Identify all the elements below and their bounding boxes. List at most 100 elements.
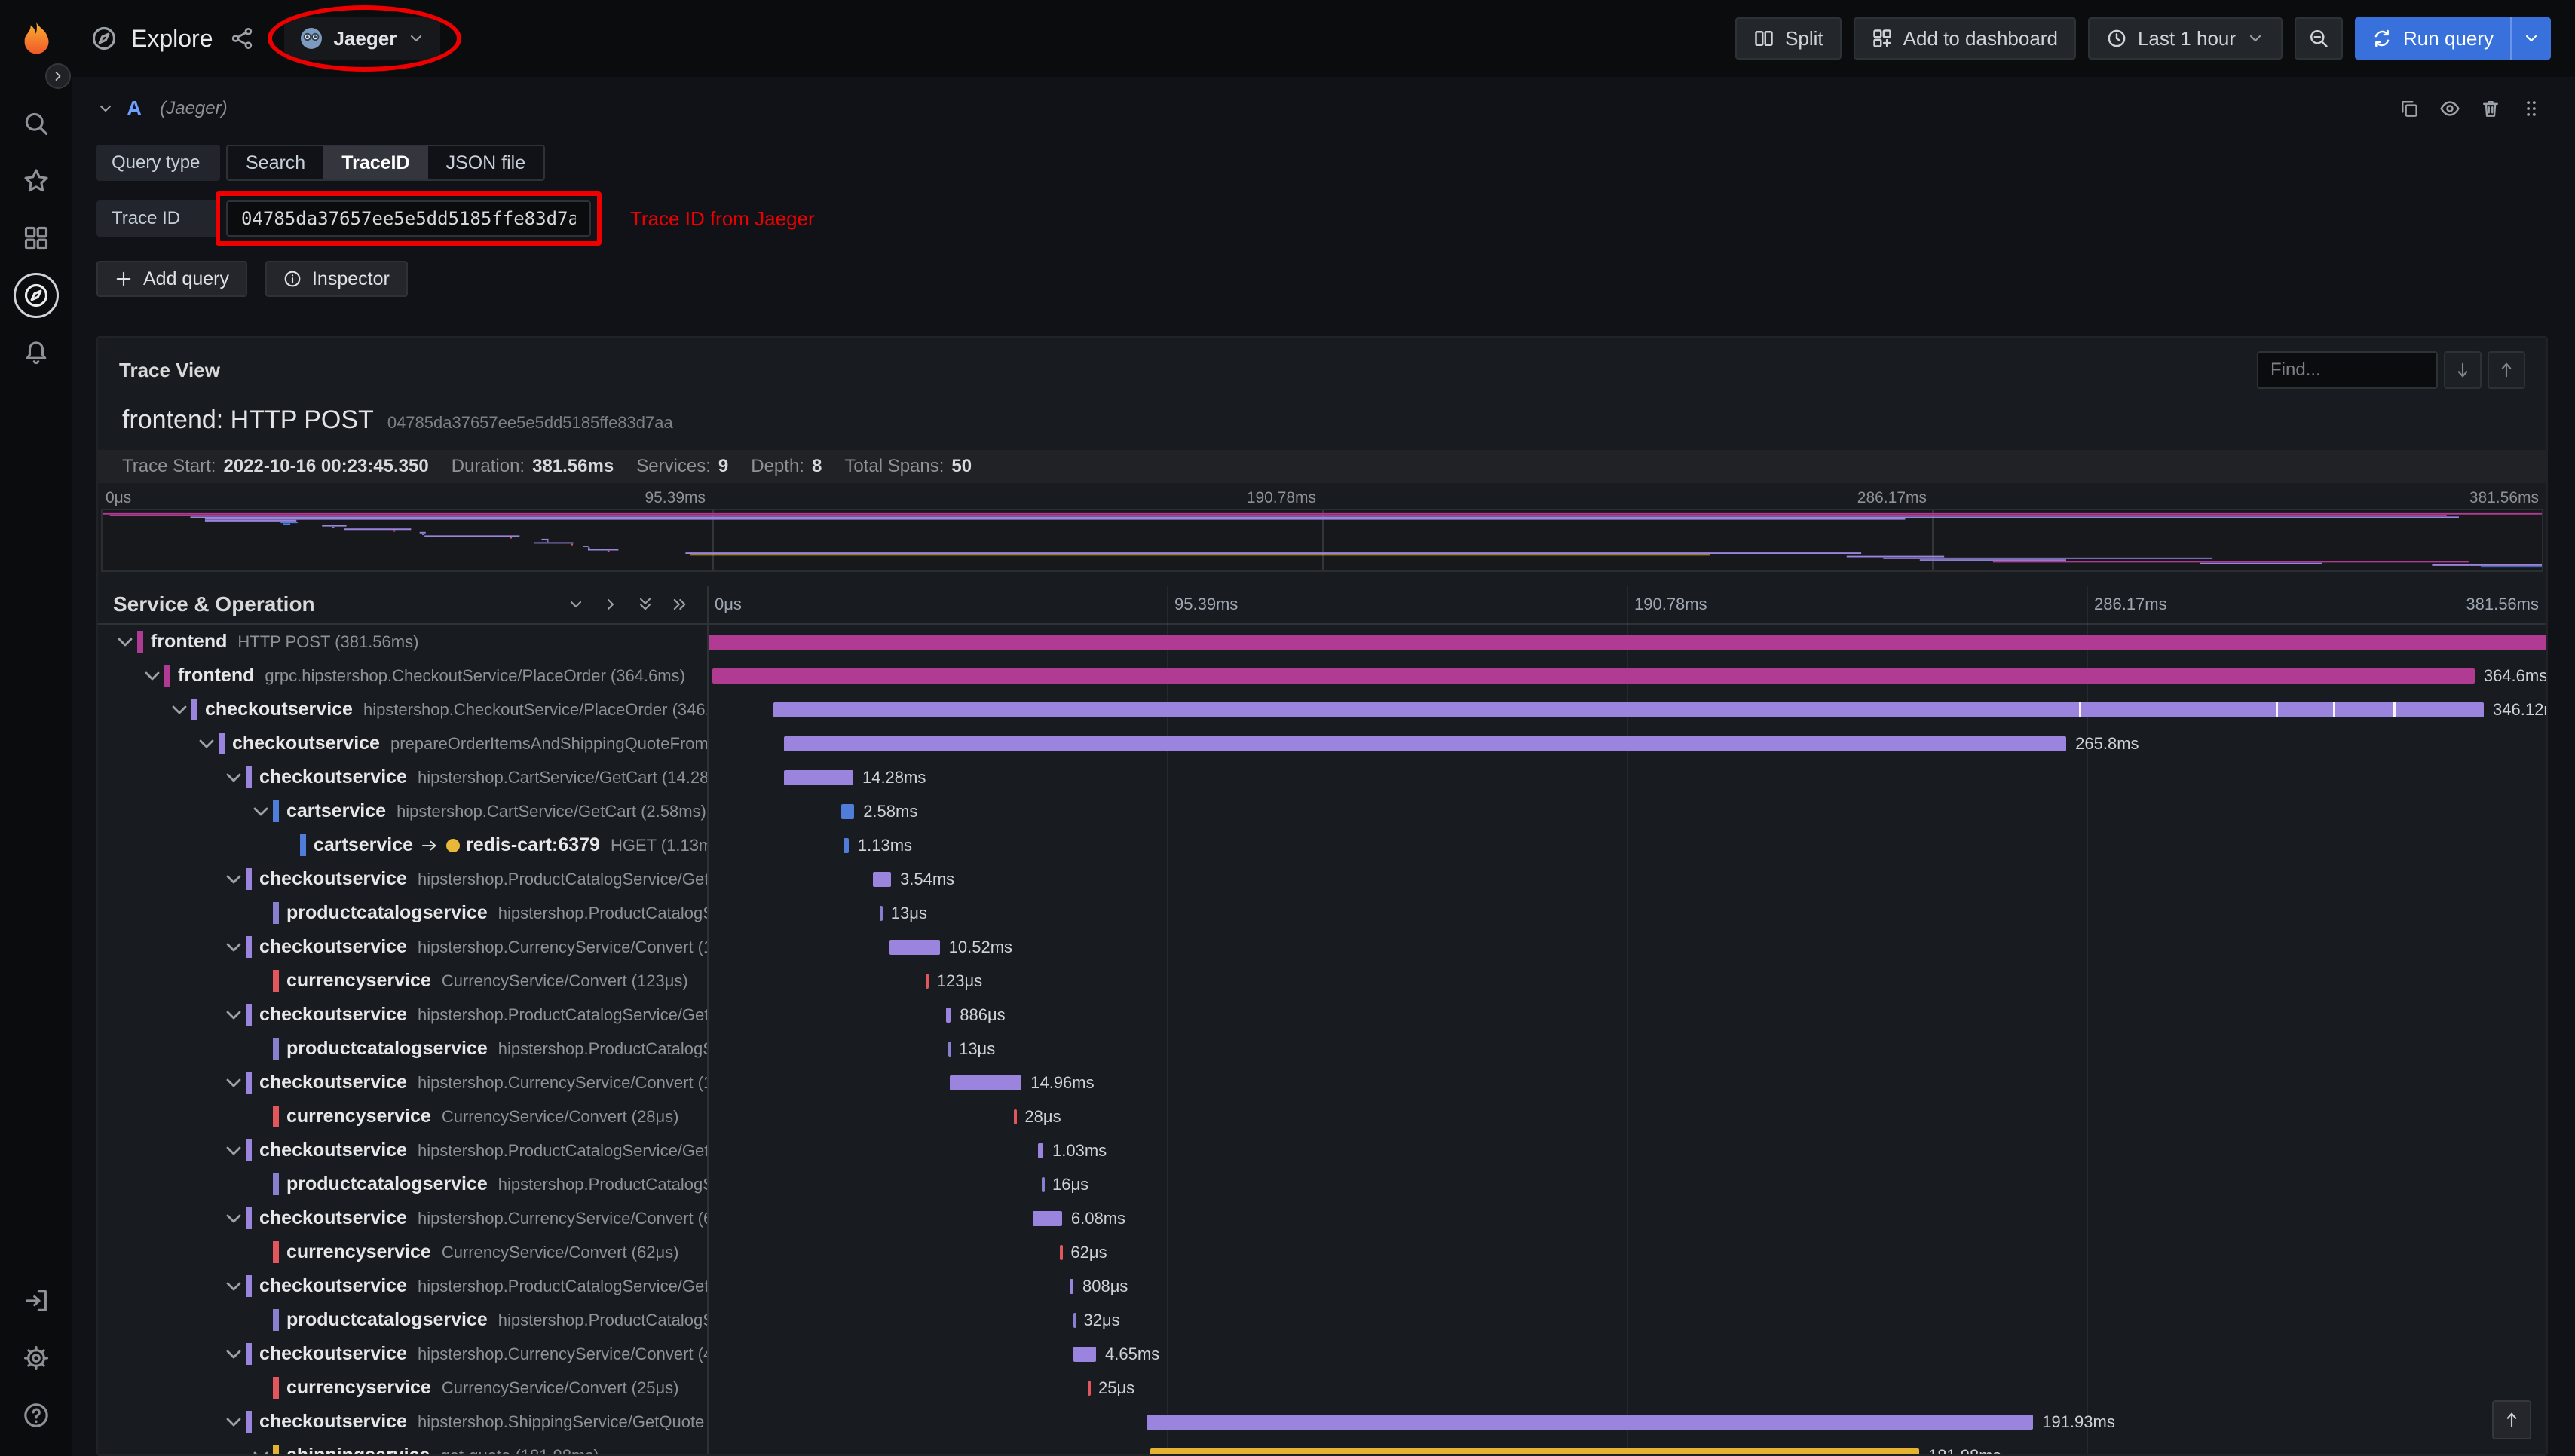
query-ref-id[interactable]: A [127,96,142,121]
span-duration-bar[interactable] [950,1075,1022,1090]
expand-all-icon[interactable] [671,595,689,613]
span-duration-bar[interactable] [872,871,891,887]
find-prev-button[interactable] [2488,351,2525,389]
span-row[interactable]: currencyservice CurrencyService/Convert (… [98,1235,2546,1269]
grafana-logo[interactable] [0,19,72,58]
span-row[interactable]: frontend grpc.hipstershop.CheckoutService… [98,659,2546,693]
span-duration-bar[interactable] [1150,1448,1919,1454]
span-toggle-chevron-icon[interactable] [222,1003,246,1027]
sidebar-item-search[interactable] [14,101,59,146]
span-toggle-chevron-icon[interactable] [222,1342,246,1366]
trace-minimap-canvas[interactable] [101,509,2543,572]
span-row[interactable]: checkoutservice hipstershop.ProductCatalo… [98,1133,2546,1167]
span-toggle-chevron-icon[interactable] [249,1444,273,1454]
span-duration-bar[interactable] [841,803,855,819]
span-toggle-chevron-icon[interactable] [222,867,246,892]
span-row[interactable]: shippingservice get-quote (181.98ms) 181.9… [98,1439,2546,1454]
span-toggle-chevron-icon[interactable] [222,1274,246,1298]
collapse-all-icon[interactable] [636,595,654,613]
span-toggle-chevron-icon[interactable] [140,664,164,688]
span-duration-bar[interactable] [1042,1176,1046,1192]
span-row[interactable]: checkoutservice hipstershop.CartService/G… [98,760,2546,794]
span-duration-bar[interactable] [784,736,2067,751]
drag-handle-icon[interactable] [2521,98,2542,119]
datasource-picker[interactable]: Jaeger [267,5,462,72]
hide-query-icon[interactable] [2439,98,2460,119]
query-type-tab-search[interactable]: Search [228,146,323,179]
trace-id-input[interactable] [226,200,591,237]
span-duration-bar[interactable] [1147,1414,2034,1430]
sidebar-item-bell[interactable] [14,330,59,375]
span-duration-bar[interactable] [712,668,2475,684]
span-toggle-chevron-icon[interactable] [249,800,273,824]
zoom-out-button[interactable] [2295,17,2344,60]
span-row[interactable]: checkoutservice hipstershop.CurrencyServi… [98,1337,2546,1371]
span-duration-bar[interactable] [1069,1278,1074,1294]
sidebar-item-apps[interactable] [14,216,59,261]
span-row[interactable]: productcatalogservice hipstershop.Product… [98,1167,2546,1201]
span-toggle-chevron-icon[interactable] [222,766,246,790]
span-toggle-chevron-icon[interactable] [113,630,137,654]
span-row[interactable]: checkoutservice hipstershop.ProductCatalo… [98,862,2546,896]
span-duration-bar[interactable] [889,939,940,955]
span-duration-bar[interactable] [1014,1109,1018,1124]
column-resize-handle[interactable] [707,586,709,1454]
span-duration-bar[interactable] [946,1007,951,1023]
span-row[interactable]: checkoutservice prepareOrderItemsAndShipp… [98,726,2546,760]
run-query-button[interactable]: Run query [2355,17,2551,60]
query-collapse-chevron-icon[interactable] [96,99,115,118]
span-duration-bar[interactable] [948,1041,951,1057]
span-row[interactable]: cartservice redis-cart:6379 HGET (1.13ms) 1… [98,828,2546,862]
span-duration-bar[interactable] [784,769,853,785]
span-duration-bar[interactable] [843,837,849,853]
span-row[interactable]: productcatalogservice hipstershop.Product… [98,1032,2546,1066]
sidebar-item-signin[interactable] [14,1278,59,1323]
query-type-tab-traceid[interactable]: TraceID [323,146,428,179]
span-duration-bar[interactable] [1073,1312,1076,1328]
span-toggle-chevron-icon[interactable] [222,1207,246,1231]
span-row[interactable]: checkoutservice hipstershop.CurrencyServi… [98,930,2546,964]
find-input[interactable] [2257,351,2438,389]
span-duration-bar[interactable] [880,905,883,921]
query-type-tab-json-file[interactable]: JSON file [428,146,544,179]
span-row[interactable]: checkoutservice hipstershop.CheckoutServi… [98,693,2546,726]
span-toggle-chevron-icon[interactable] [222,1139,246,1163]
run-query-dropdown[interactable] [2510,17,2551,60]
inspector-button[interactable]: Inspector [265,261,408,297]
sidebar-expand-button[interactable] [45,63,71,89]
span-row[interactable]: checkoutservice hipstershop.ProductCatalo… [98,998,2546,1032]
span-row[interactable]: checkoutservice hipstershop.ProductCatalo… [98,1269,2546,1303]
split-button[interactable]: Split [1735,17,1842,60]
duplicate-query-icon[interactable] [2399,98,2420,119]
span-row[interactable]: productcatalogservice hipstershop.Product… [98,1303,2546,1337]
add-query-button[interactable]: Add query [96,261,247,297]
span-duration-bar[interactable] [1032,1210,1062,1226]
span-duration-bar[interactable] [1073,1346,1097,1362]
time-range-picker[interactable]: Last 1 hour [2087,17,2283,60]
scroll-to-top-button[interactable] [2492,1400,2531,1439]
find-next-button[interactable] [2444,351,2482,389]
span-row[interactable]: checkoutservice hipstershop.CurrencyServi… [98,1066,2546,1100]
delete-query-icon[interactable] [2480,98,2501,119]
sidebar-item-star[interactable] [14,158,59,203]
span-toggle-chevron-icon[interactable] [167,698,191,722]
span-toggle-chevron-icon[interactable] [222,1410,246,1434]
span-duration-bar[interactable] [773,702,2485,717]
span-duration-bar[interactable] [707,634,2546,650]
span-toggle-chevron-icon[interactable] [222,935,246,959]
span-row[interactable]: currencyservice CurrencyService/Convert (… [98,1100,2546,1133]
span-row[interactable]: currencyservice CurrencyService/Convert (… [98,1371,2546,1405]
span-duration-bar[interactable] [1038,1142,1044,1158]
add-to-dashboard-button[interactable]: Add to dashboard [1853,17,2076,60]
sidebar-item-help[interactable] [14,1393,59,1438]
share-icon[interactable] [230,26,254,50]
span-duration-bar[interactable] [926,973,929,989]
span-row[interactable]: productcatalogservice hipstershop.Product… [98,896,2546,930]
span-row[interactable]: cartservice hipstershop.CartService/GetCa… [98,794,2546,828]
span-row[interactable]: frontend HTTP POST (381.56ms) [98,625,2546,659]
span-duration-bar[interactable] [1088,1380,1092,1396]
sidebar-item-gear[interactable] [14,1335,59,1381]
span-toggle-chevron-icon[interactable] [222,1071,246,1095]
sidebar-item-compass[interactable] [14,273,59,318]
span-row[interactable]: currencyservice CurrencyService/Convert (… [98,964,2546,998]
